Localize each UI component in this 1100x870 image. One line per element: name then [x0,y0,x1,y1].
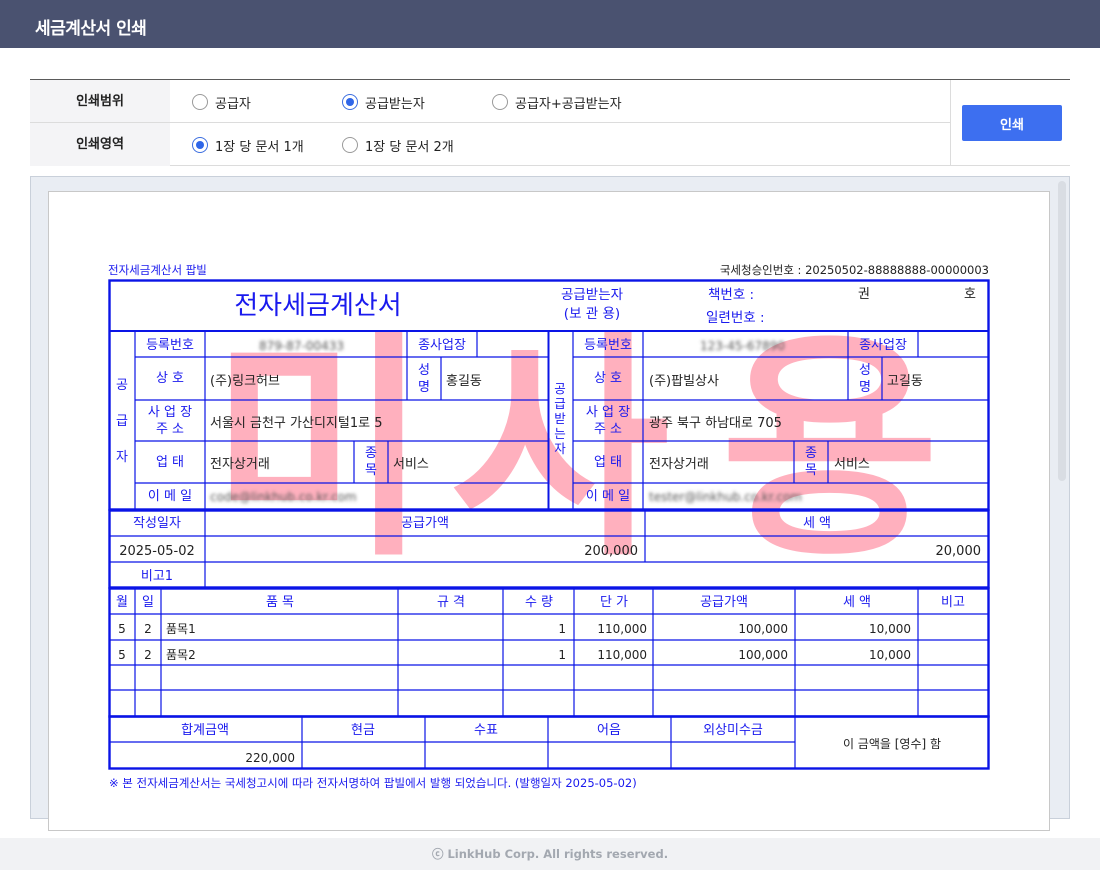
buyer-biztype: 전자상거래 [649,457,709,472]
buyer-side-label: 자 [554,441,566,456]
items-header-cell: 공급가액 [700,595,748,610]
copy-type: 공급받는자 [561,287,624,303]
svg-text:1: 1 [558,622,566,636]
issue-date: 2025-05-02 [119,544,195,559]
svg-text:2: 2 [144,622,152,636]
watermark: 미 사 용 [211,312,940,589]
ho-label: 호 [964,287,976,302]
svg-text:10,000: 10,000 [869,622,911,636]
serial-number-label: 일련번호 : [706,310,765,326]
receipt-text: 이 금액을 [영수] 함 [843,737,941,751]
supplier-ceo-label: 성 [418,363,430,378]
supplier-biztype: 전자상거래 [210,457,270,472]
buyer-side-label: 공 [554,381,566,396]
check-label: 수표 [474,723,498,738]
items-header-cell: 규 격 [437,595,465,610]
invoice-issuer: 전자세금계산서 팝빌 [108,263,207,277]
supplier-ceo: 홍길동 [446,374,482,389]
supplier-side-label: 자 [116,450,128,465]
buyer-biztype-label: 업 태 [594,455,622,470]
invoice-title: 전자세금계산서 [234,291,401,321]
supplier-side-label: 급 [116,414,128,429]
supplier-branch-label: 종사업장 [418,338,466,353]
date-label: 작성일자 [133,516,181,531]
table-row: 5 2 품목1 1 110,000 100,000 10,000 [118,622,911,636]
items-header-cell: 일 [142,595,154,610]
tax-amount: 20,000 [936,544,982,559]
invoice-footnote: ※ 본 전자세금계산서는 국세청고시에 따라 전자서명하여 팝빌에서 발행 되었… [109,776,637,790]
supplier-addr-label: 주 소 [156,422,184,437]
supplier-ceo-label: 명 [418,380,430,395]
buyer-name: (주)팝빌상사 [649,374,719,389]
buyer-side-label: 받 [554,411,566,426]
buyer-address: 광주 북구 하남대로 705 [649,416,782,431]
buyer-addr-label: 사 업 장 [586,405,630,420]
items-header-cell: 월 [116,595,128,610]
supply-amount: 200,000 [584,544,638,559]
svg-text:품목1: 품목1 [166,622,196,636]
buyer-side-label: 급 [554,396,566,411]
copyright-footer: ⓒ LinkHub Corp. All rights reserved. [0,838,1100,870]
note-label: 어음 [597,723,621,738]
items-header-cell: 세 액 [843,595,871,610]
buyer-email-label: 이 메 일 [586,489,630,504]
supply-label: 공급가액 [401,516,449,531]
credit-label: 외상미수금 [703,723,763,738]
svg-text:5: 5 [118,622,126,636]
items-header-cell: 수 량 [525,595,553,610]
items-header-cell: 품 목 [266,595,294,610]
svg-text:1: 1 [558,648,566,662]
watermark-char: 용 [721,312,940,589]
svg-text:100,000: 100,000 [738,622,788,636]
remark-label: 비고1 [141,569,173,584]
items-header-cell: 단 가 [600,595,628,610]
buyer-ceo-label: 성 [859,363,871,378]
buyer-email: tester@linkhub.co.kr.com [649,490,802,504]
kwon-label: 권 [858,287,870,302]
supplier-reg-label: 등록번호 [146,338,194,353]
total-label: 합계금액 [181,723,229,738]
svg-text:10,000: 10,000 [869,648,911,662]
svg-text:2: 2 [144,648,152,662]
buyer-item-label: 목 [805,463,817,478]
buyer-item: 서비스 [834,457,870,472]
supplier-item-label: 목 [365,463,377,478]
buyer-ceo: 고길동 [887,374,923,389]
buyer-reg-no: 123-45-67890 [700,339,785,353]
tax-label: 세 액 [803,516,831,531]
svg-text:5: 5 [118,648,126,662]
approval-number: 국세청승인번호 : 20250502-88888888-00000003 [720,263,989,277]
svg-text:110,000: 110,000 [597,648,647,662]
buyer-name-label: 상 호 [594,371,622,386]
supplier-item: 서비스 [393,457,429,472]
total-amount: 220,000 [245,751,295,765]
supplier-reg-no: 879-87-00433 [259,339,344,353]
supplier-side-label: 공 [116,378,128,393]
book-number-label: 책번호 : [708,287,754,303]
supplier-name-label: 상 호 [156,371,184,386]
supplier-biztype-label: 업 태 [156,455,184,470]
cash-label: 현금 [351,723,375,738]
svg-text:품목2: 품목2 [166,648,196,662]
svg-text:100,000: 100,000 [738,648,788,662]
buyer-addr-label: 주 소 [594,422,622,437]
svg-text:110,000: 110,000 [597,622,647,636]
supplier-item-label: 종 [365,446,377,461]
supplier-name: (주)링크허브 [210,374,280,389]
supplier-email: code@linkhub.co.kr.com [210,490,357,504]
buyer-item-label: 종 [805,446,817,461]
buyer-branch-label: 종사업장 [859,338,907,353]
watermark-char: 미 [211,312,430,589]
supplier-email-label: 이 메 일 [148,489,192,504]
items-header-cell: 비고 [941,595,965,610]
buyer-side-label: 는 [554,426,566,441]
buyer-reg-label: 등록번호 [584,338,632,353]
tax-invoice: 미 사 용 전자세금계산서 팝빌 국세청승인번호: 20250502-8888… [108,263,990,790]
supplier-address: 서울시 금천구 가산디지털1로 5 [210,416,382,431]
buyer-ceo-label: 명 [859,380,871,395]
table-row: 5 2 품목2 1 110,000 100,000 10,000 [118,648,911,662]
copy-note: (보 관 용) [564,306,620,322]
supplier-addr-label: 사 업 장 [148,405,192,420]
